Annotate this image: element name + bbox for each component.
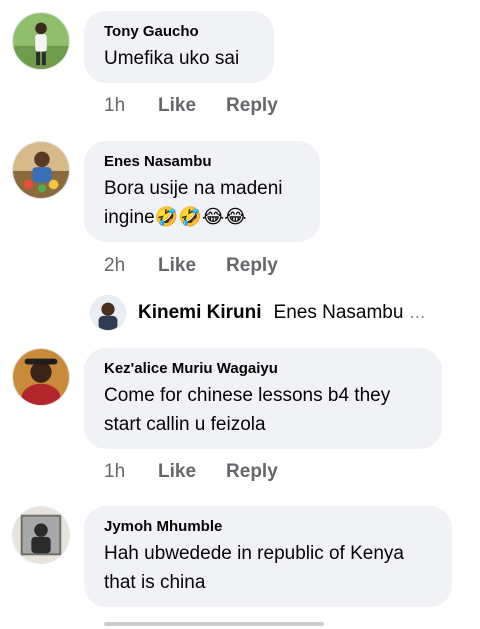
comment-bubble: Enes Nasambu Bora usije na madeni ingine… bbox=[84, 141, 320, 242]
reply-author[interactable]: Kinemi Kiruni bbox=[138, 302, 262, 324]
cutoff-text-remnant bbox=[104, 622, 324, 626]
reply-preview-text: Enes Nasambu bbox=[273, 302, 404, 323]
avatar[interactable] bbox=[12, 141, 70, 199]
laughing-emojis: 🤣🤣😂😂 bbox=[154, 206, 247, 228]
reply-button[interactable]: Reply bbox=[226, 255, 278, 277]
like-button[interactable]: Like bbox=[158, 255, 196, 277]
comment-bubble: Jymoh Mhumble Hah ubwedede in republic o… bbox=[84, 506, 452, 607]
comment-author[interactable]: Kez'alice Muriu Wagaiyu bbox=[104, 360, 422, 378]
comment-actions: 2h Like Reply bbox=[104, 255, 308, 277]
comment-time[interactable]: 1h bbox=[104, 95, 158, 117]
reply-more-ellipsis: ... bbox=[409, 302, 426, 323]
next-comment-cutoff bbox=[0, 616, 480, 629]
like-button[interactable]: Like bbox=[158, 95, 196, 117]
avatar[interactable] bbox=[90, 295, 126, 331]
avatar[interactable] bbox=[12, 506, 70, 564]
reply-button[interactable]: Reply bbox=[226, 461, 278, 483]
comment-text: Come for chinese lessons b4 they start c… bbox=[104, 381, 422, 439]
comment-text-line: ingine🤣🤣😂😂 bbox=[104, 203, 300, 232]
comment-actions: 1h Like Reply bbox=[104, 95, 308, 117]
comment-text: Hah ubwedede in republic of Kenya that i… bbox=[104, 539, 432, 597]
avatar[interactable] bbox=[12, 348, 70, 406]
comment-text: Umefika uko sai bbox=[104, 48, 240, 69]
reply-preview-row[interactable]: Kinemi Kiruni Enes Nasambu ... bbox=[90, 295, 425, 331]
reply-button[interactable]: Reply bbox=[226, 95, 278, 117]
comment-author[interactable]: Jymoh Mhumble bbox=[104, 518, 432, 536]
comment-text: Bora usije na madeni ingine🤣🤣😂😂 bbox=[104, 174, 300, 232]
comment-text-line: start callin u feizola bbox=[104, 414, 266, 435]
comment-author[interactable]: Tony Gaucho bbox=[104, 23, 254, 41]
comment-time[interactable]: 2h bbox=[104, 255, 158, 277]
comment-text-line: Hah ubwedede in republic of Kenya bbox=[104, 543, 404, 564]
comment-time[interactable]: 1h bbox=[104, 461, 158, 483]
comment-text-line: that is china bbox=[104, 572, 206, 593]
comment-actions: 1h Like Reply bbox=[104, 461, 308, 483]
avatar[interactable] bbox=[12, 12, 70, 70]
comment-text-line: Come for chinese lessons b4 they bbox=[104, 385, 391, 406]
comment-text-line: Bora usije na madeni bbox=[104, 178, 283, 199]
like-button[interactable]: Like bbox=[158, 461, 196, 483]
comment-text-fragment: ingine bbox=[104, 207, 155, 228]
comment-bubble: Tony Gaucho Umefika uko sai bbox=[84, 11, 274, 83]
comment-bubble: Kez'alice Muriu Wagaiyu Come for chinese… bbox=[84, 348, 442, 449]
comment-author[interactable]: Enes Nasambu bbox=[104, 153, 300, 171]
